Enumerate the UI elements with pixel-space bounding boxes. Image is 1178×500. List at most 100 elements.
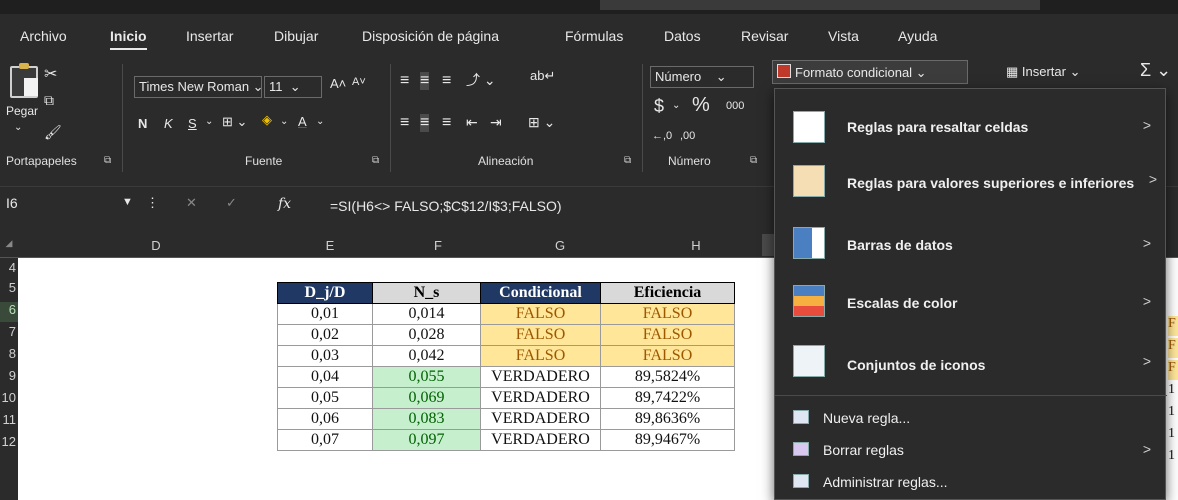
cell[interactable]: 0,097 xyxy=(372,429,481,451)
search-box[interactable] xyxy=(600,0,1040,10)
column-header-d[interactable]: D xyxy=(146,238,166,253)
column-header-g[interactable]: G xyxy=(550,238,570,253)
partial-cell[interactable]: 1 xyxy=(1168,382,1178,402)
alignment-launcher-icon[interactable]: ⧉ xyxy=(624,155,631,166)
cell[interactable]: 0,07 xyxy=(277,429,373,451)
decrease-decimal-button[interactable]: ,00 xyxy=(680,130,695,142)
cell[interactable]: 0,042 xyxy=(372,345,481,367)
clipboard-launcher-icon[interactable]: ⧉ xyxy=(104,155,111,166)
column-header-h[interactable]: H xyxy=(686,238,706,253)
decrease-indent-icon[interactable]: ⇤ xyxy=(466,114,478,131)
tab-datos[interactable]: Datos xyxy=(664,28,701,44)
font-size-select[interactable]: 11 ⌄ xyxy=(264,76,322,98)
increase-indent-icon[interactable]: ⇥ xyxy=(490,114,502,131)
cell[interactable]: 0,055 xyxy=(372,366,481,388)
thousands-button[interactable]: 000 xyxy=(726,100,744,112)
tab-revisar[interactable]: Revisar xyxy=(741,28,788,44)
tab-formulas[interactable]: Fórmulas xyxy=(565,28,623,44)
row-header[interactable]: 10 xyxy=(0,390,18,410)
more-options-icon[interactable]: ⋮ xyxy=(146,195,159,211)
column-header-f[interactable]: F xyxy=(428,238,448,253)
wrap-text-icon[interactable]: ab↵ xyxy=(530,68,555,84)
cell[interactable]: 0,03 xyxy=(277,345,373,367)
menu-item-clear-rules[interactable]: Borrar reglas > xyxy=(775,437,1167,465)
row-header[interactable]: 9 xyxy=(0,368,18,388)
cell[interactable]: 89,9467% xyxy=(600,429,735,451)
increase-decimal-button[interactable]: ←,0 xyxy=(652,130,672,142)
tab-disposicion[interactable]: Disposición de página xyxy=(362,28,499,44)
row-header[interactable]: 7 xyxy=(0,324,18,344)
conditional-format-button[interactable]: Formato condicional ⌄ xyxy=(772,60,968,84)
cell[interactable]: 0,014 xyxy=(372,303,481,325)
insert-cells-button[interactable]: ▦ Insertar ⌄ xyxy=(1006,64,1081,80)
cell[interactable]: FALSO xyxy=(600,345,735,367)
row-header[interactable]: 12 xyxy=(0,434,18,454)
row-header[interactable]: 6 xyxy=(0,302,18,322)
cell[interactable]: 0,083 xyxy=(372,408,481,430)
format-painter-icon[interactable]: 🖌 xyxy=(44,124,62,141)
cell[interactable]: 89,8636% xyxy=(600,408,735,430)
menu-item-highlight-rules[interactable]: Reglas para resaltar celdas > xyxy=(775,103,1167,153)
tab-ayuda[interactable]: Ayuda xyxy=(898,28,937,44)
row-header[interactable]: 8 xyxy=(0,346,18,366)
menu-item-color-scales[interactable]: Escalas de color > xyxy=(775,279,1167,329)
cell[interactable]: VERDADERO xyxy=(480,408,601,430)
align-center-icon[interactable]: ≡ xyxy=(420,114,430,132)
column-header-i[interactable] xyxy=(762,234,774,256)
row-header[interactable]: 11 xyxy=(0,412,18,432)
cancel-icon[interactable]: ✕ xyxy=(186,195,197,211)
underline-button[interactable]: S xyxy=(188,116,197,131)
menu-item-manage-rules[interactable]: Administrar reglas... xyxy=(775,469,1167,497)
tab-archivo[interactable]: Archivo xyxy=(20,28,67,44)
underline-dropdown-icon[interactable]: ⌄ xyxy=(205,116,213,127)
paste-label[interactable]: Pegar xyxy=(6,104,38,118)
partial-cell[interactable]: 1 xyxy=(1168,426,1178,446)
cell[interactable]: FALSO xyxy=(480,303,601,325)
partial-cell[interactable]: F xyxy=(1168,316,1178,336)
cell[interactable]: 89,7422% xyxy=(600,387,735,409)
cell[interactable]: FALSO xyxy=(480,345,601,367)
cell[interactable]: 0,01 xyxy=(277,303,373,325)
enter-icon[interactable]: ✓ xyxy=(226,195,237,211)
align-top-icon[interactable]: ≡ xyxy=(400,72,409,90)
select-all-icon[interactable]: ◢ xyxy=(0,238,18,249)
partial-cell[interactable]: 1 xyxy=(1168,448,1178,468)
cell[interactable]: VERDADERO xyxy=(480,366,601,388)
row-header[interactable]: 4 xyxy=(0,260,18,280)
orientation-icon[interactable]: ⤴ ⌄ xyxy=(466,70,496,90)
header-cell[interactable]: Eficiencia xyxy=(600,282,735,304)
align-right-icon[interactable]: ≡ xyxy=(442,114,451,132)
align-bottom-icon[interactable]: ≡ xyxy=(442,72,451,90)
font-name-select[interactable]: Times New Roman ⌄ xyxy=(134,76,264,98)
partial-cell[interactable]: F xyxy=(1168,360,1178,380)
bold-button[interactable]: N xyxy=(138,116,147,131)
paste-icon[interactable] xyxy=(10,63,38,98)
tab-inicio[interactable]: Inicio xyxy=(110,28,147,50)
paste-dropdown-icon[interactable]: ⌄ xyxy=(14,122,22,133)
italic-button[interactable]: K xyxy=(164,116,173,131)
formula-input[interactable]: =SI(H6<> FALSO;$C$12/I$3;FALSO) xyxy=(330,198,562,214)
cut-icon[interactable]: ✂ xyxy=(44,64,57,84)
font-color-button[interactable]: A xyxy=(298,114,307,129)
merge-center-icon[interactable]: ⊞ ⌄ xyxy=(528,114,555,131)
partial-cell[interactable]: 1 xyxy=(1168,404,1178,424)
shrink-font-button[interactable]: A˅ xyxy=(352,76,366,88)
copy-icon[interactable]: ⧉ xyxy=(44,92,54,109)
tab-vista[interactable]: Vista xyxy=(828,28,859,44)
currency-dropdown-icon[interactable]: ⌄ xyxy=(672,100,680,111)
header-cell[interactable]: Condicional xyxy=(480,282,601,304)
number-format-select[interactable]: Número ⌄ xyxy=(650,66,754,88)
row-header[interactable]: 5 xyxy=(0,280,18,300)
font-launcher-icon[interactable]: ⧉ xyxy=(372,155,379,166)
insert-function-icon[interactable]: fx xyxy=(278,196,291,212)
name-box-dropdown-icon[interactable]: ▼ xyxy=(122,196,133,208)
menu-item-top-bottom-rules[interactable]: Reglas para valores superiores e inferio… xyxy=(775,159,1167,209)
header-cell[interactable]: D_j/D xyxy=(277,282,373,304)
menu-item-data-bars[interactable]: Barras de datos > xyxy=(775,221,1167,271)
borders-icon[interactable]: ⊞ ⌄ xyxy=(222,114,247,130)
cell[interactable]: 0,028 xyxy=(372,324,481,346)
cell[interactable]: 0,02 xyxy=(277,324,373,346)
grow-font-button[interactable]: A˄ xyxy=(330,76,346,91)
align-middle-icon[interactable]: ≡ xyxy=(420,72,430,90)
menu-item-new-rule[interactable]: Nueva regla... xyxy=(775,405,1167,433)
